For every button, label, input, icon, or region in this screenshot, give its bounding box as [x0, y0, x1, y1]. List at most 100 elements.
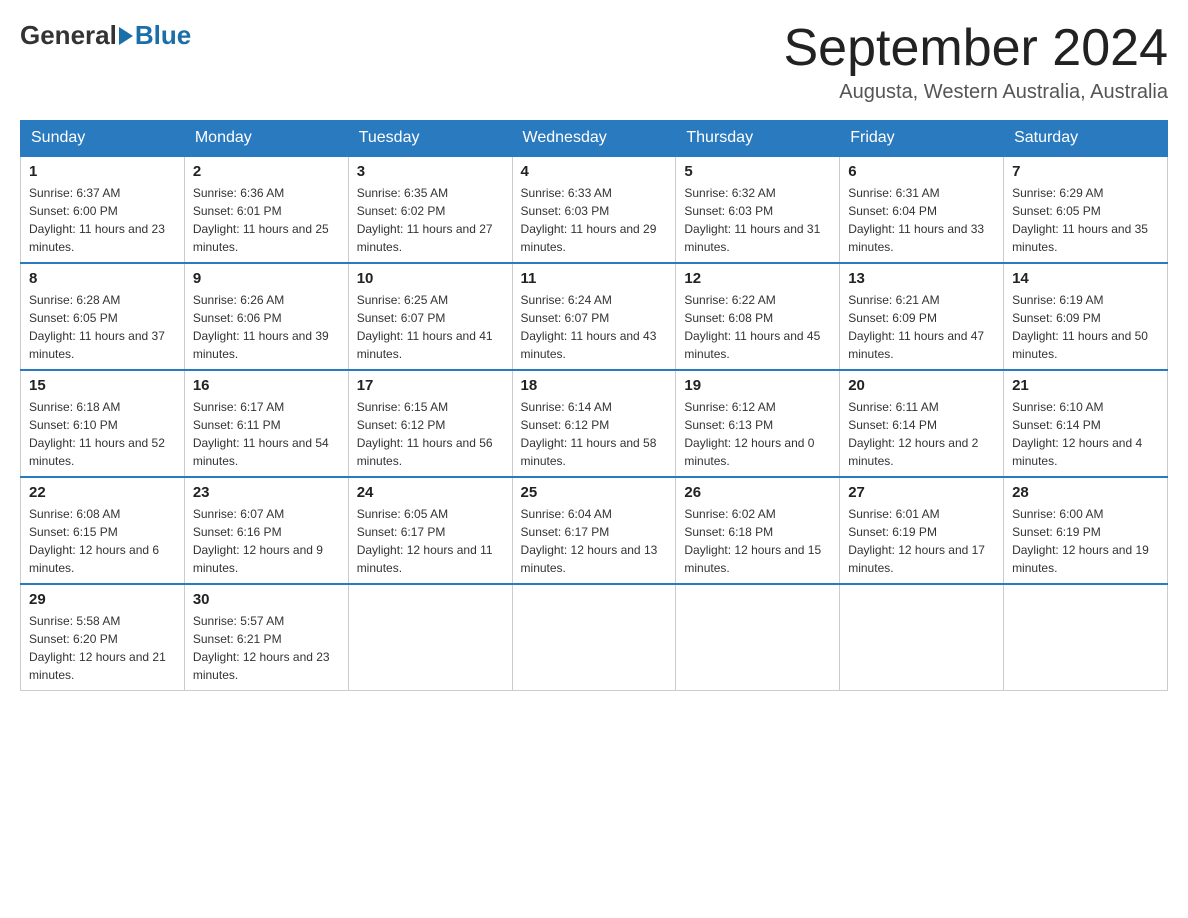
- calendar-cell: 9Sunrise: 6:26 AMSunset: 6:06 PMDaylight…: [184, 263, 348, 370]
- day-info: Sunrise: 6:12 AMSunset: 6:13 PMDaylight:…: [684, 398, 831, 470]
- day-number: 25: [521, 484, 668, 501]
- day-number: 23: [193, 484, 340, 501]
- week-row-2: 8 Sunrise: 6:28 AMSunset: 6:05 PMDaylight…: [21, 263, 1168, 370]
- day-info: Sunrise: 6:28 AMSunset: 6:05 PMDaylight:…: [29, 291, 176, 363]
- calendar-cell: 21Sunrise: 6:10 AMSunset: 6:14 PMDayligh…: [1004, 370, 1168, 477]
- calendar-cell: 28 Sunrise: 6:00 AMSunset: 6:19 PMDayligh…: [1004, 477, 1168, 584]
- day-number: 28: [1012, 484, 1159, 501]
- day-number: 17: [357, 377, 504, 394]
- day-number: 19: [684, 377, 831, 394]
- day-number: 22: [29, 484, 176, 501]
- location-text: Augusta, Western Australia, Australia: [784, 81, 1169, 104]
- day-number: 9: [193, 270, 340, 287]
- weekday-header-friday: Friday: [840, 121, 1004, 157]
- weekday-header-tuesday: Tuesday: [348, 121, 512, 157]
- calendar-cell: 12Sunrise: 6:22 AMSunset: 6:08 PMDayligh…: [676, 263, 840, 370]
- day-number: 8: [29, 270, 176, 287]
- calendar-cell: 26 Sunrise: 6:02 AMSunset: 6:18 PMDayligh…: [676, 477, 840, 584]
- day-info: Sunrise: 6:07 AMSunset: 6:16 PMDaylight:…: [193, 505, 340, 577]
- day-number: 16: [193, 377, 340, 394]
- calendar-cell: 2Sunrise: 6:36 AMSunset: 6:01 PMDaylight…: [184, 156, 348, 263]
- calendar-cell: 27Sunrise: 6:01 AMSunset: 6:19 PMDayligh…: [840, 477, 1004, 584]
- calendar-cell: 1Sunrise: 6:37 AMSunset: 6:00 PMDaylight…: [21, 156, 185, 263]
- day-info: Sunrise: 5:57 AMSunset: 6:21 PMDaylight:…: [193, 612, 340, 684]
- calendar-cell: 17 Sunrise: 6:15 AMSunset: 6:12 PMDayligh…: [348, 370, 512, 477]
- calendar-cell: 10 Sunrise: 6:25 AMSunset: 6:07 PMDayligh…: [348, 263, 512, 370]
- calendar-cell: [1004, 584, 1168, 691]
- day-info: Sunrise: 6:18 AMSunset: 6:10 PMDaylight:…: [29, 398, 176, 470]
- day-number: 3: [357, 163, 504, 180]
- calendar-cell: [348, 584, 512, 691]
- week-row-4: 22 Sunrise: 6:08 AMSunset: 6:15 PMDayligh…: [21, 477, 1168, 584]
- day-number: 24: [357, 484, 504, 501]
- day-number: 13: [848, 270, 995, 287]
- day-number: 27: [848, 484, 995, 501]
- weekday-header-wednesday: Wednesday: [512, 121, 676, 157]
- day-number: 12: [684, 270, 831, 287]
- calendar-cell: 22 Sunrise: 6:08 AMSunset: 6:15 PMDayligh…: [21, 477, 185, 584]
- calendar-cell: 19 Sunrise: 6:12 AMSunset: 6:13 PMDayligh…: [676, 370, 840, 477]
- day-info: Sunrise: 6:05 AMSunset: 6:17 PMDaylight:…: [357, 505, 504, 577]
- day-info: Sunrise: 6:33 AMSunset: 6:03 PMDaylight:…: [521, 184, 668, 256]
- day-number: 6: [848, 163, 995, 180]
- day-info: Sunrise: 6:10 AMSunset: 6:14 PMDaylight:…: [1012, 398, 1159, 470]
- day-info: Sunrise: 6:11 AMSunset: 6:14 PMDaylight:…: [848, 398, 995, 470]
- calendar-cell: [676, 584, 840, 691]
- calendar-cell: 30 Sunrise: 5:57 AMSunset: 6:21 PMDayligh…: [184, 584, 348, 691]
- day-info: Sunrise: 6:32 AMSunset: 6:03 PMDaylight:…: [684, 184, 831, 256]
- calendar-table: SundayMondayTuesdayWednesdayThursdayFrid…: [20, 120, 1168, 691]
- day-number: 18: [521, 377, 668, 394]
- day-info: Sunrise: 6:31 AMSunset: 6:04 PMDaylight:…: [848, 184, 995, 256]
- day-info: Sunrise: 6:25 AMSunset: 6:07 PMDaylight:…: [357, 291, 504, 363]
- day-info: Sunrise: 6:08 AMSunset: 6:15 PMDaylight:…: [29, 505, 176, 577]
- day-info: Sunrise: 6:00 AMSunset: 6:19 PMDaylight:…: [1012, 505, 1159, 577]
- calendar-cell: [840, 584, 1004, 691]
- calendar-cell: 3Sunrise: 6:35 AMSunset: 6:02 PMDaylight…: [348, 156, 512, 263]
- calendar-cell: 16 Sunrise: 6:17 AMSunset: 6:11 PMDayligh…: [184, 370, 348, 477]
- day-info: Sunrise: 6:24 AMSunset: 6:07 PMDaylight:…: [521, 291, 668, 363]
- logo-general-text: General: [20, 20, 117, 51]
- month-title: September 2024: [784, 20, 1169, 77]
- calendar-cell: 11Sunrise: 6:24 AMSunset: 6:07 PMDayligh…: [512, 263, 676, 370]
- day-number: 15: [29, 377, 176, 394]
- logo-blue-text: Blue: [135, 20, 191, 51]
- day-number: 4: [521, 163, 668, 180]
- day-number: 26: [684, 484, 831, 501]
- calendar-cell: 29Sunrise: 5:58 AMSunset: 6:20 PMDayligh…: [21, 584, 185, 691]
- calendar-cell: 7 Sunrise: 6:29 AMSunset: 6:05 PMDaylight…: [1004, 156, 1168, 263]
- calendar-cell: 15 Sunrise: 6:18 AMSunset: 6:10 PMDayligh…: [21, 370, 185, 477]
- day-info: Sunrise: 6:37 AMSunset: 6:00 PMDaylight:…: [29, 184, 176, 256]
- weekday-header-sunday: Sunday: [21, 121, 185, 157]
- day-number: 30: [193, 591, 340, 608]
- day-info: Sunrise: 6:04 AMSunset: 6:17 PMDaylight:…: [521, 505, 668, 577]
- day-number: 10: [357, 270, 504, 287]
- day-info: Sunrise: 6:15 AMSunset: 6:12 PMDaylight:…: [357, 398, 504, 470]
- calendar-cell: 14Sunrise: 6:19 AMSunset: 6:09 PMDayligh…: [1004, 263, 1168, 370]
- day-number: 20: [848, 377, 995, 394]
- day-number: 7: [1012, 163, 1159, 180]
- day-info: Sunrise: 6:17 AMSunset: 6:11 PMDaylight:…: [193, 398, 340, 470]
- calendar-cell: 13 Sunrise: 6:21 AMSunset: 6:09 PMDayligh…: [840, 263, 1004, 370]
- calendar-cell: 25 Sunrise: 6:04 AMSunset: 6:17 PMDayligh…: [512, 477, 676, 584]
- logo-blue-part: Blue: [117, 20, 191, 51]
- day-info: Sunrise: 6:36 AMSunset: 6:01 PMDaylight:…: [193, 184, 340, 256]
- calendar-cell: 4 Sunrise: 6:33 AMSunset: 6:03 PMDaylight…: [512, 156, 676, 263]
- calendar-cell: [512, 584, 676, 691]
- day-info: Sunrise: 6:21 AMSunset: 6:09 PMDaylight:…: [848, 291, 995, 363]
- day-info: Sunrise: 6:02 AMSunset: 6:18 PMDaylight:…: [684, 505, 831, 577]
- weekday-header-thursday: Thursday: [676, 121, 840, 157]
- calendar-cell: 24 Sunrise: 6:05 AMSunset: 6:17 PMDayligh…: [348, 477, 512, 584]
- calendar-cell: 20 Sunrise: 6:11 AMSunset: 6:14 PMDayligh…: [840, 370, 1004, 477]
- logo-arrow-icon: [119, 27, 133, 45]
- title-area: September 2024 Augusta, Western Australi…: [784, 20, 1169, 104]
- page-header: General Blue September 2024 Augusta, Wes…: [20, 20, 1168, 104]
- week-row-3: 15 Sunrise: 6:18 AMSunset: 6:10 PMDayligh…: [21, 370, 1168, 477]
- day-info: Sunrise: 6:14 AMSunset: 6:12 PMDaylight:…: [521, 398, 668, 470]
- calendar-cell: 5 Sunrise: 6:32 AMSunset: 6:03 PMDaylight…: [676, 156, 840, 263]
- day-number: 29: [29, 591, 176, 608]
- day-number: 14: [1012, 270, 1159, 287]
- calendar-cell: 6 Sunrise: 6:31 AMSunset: 6:04 PMDaylight…: [840, 156, 1004, 263]
- day-number: 5: [684, 163, 831, 180]
- day-info: Sunrise: 6:29 AMSunset: 6:05 PMDaylight:…: [1012, 184, 1159, 256]
- logo: General Blue: [20, 20, 191, 51]
